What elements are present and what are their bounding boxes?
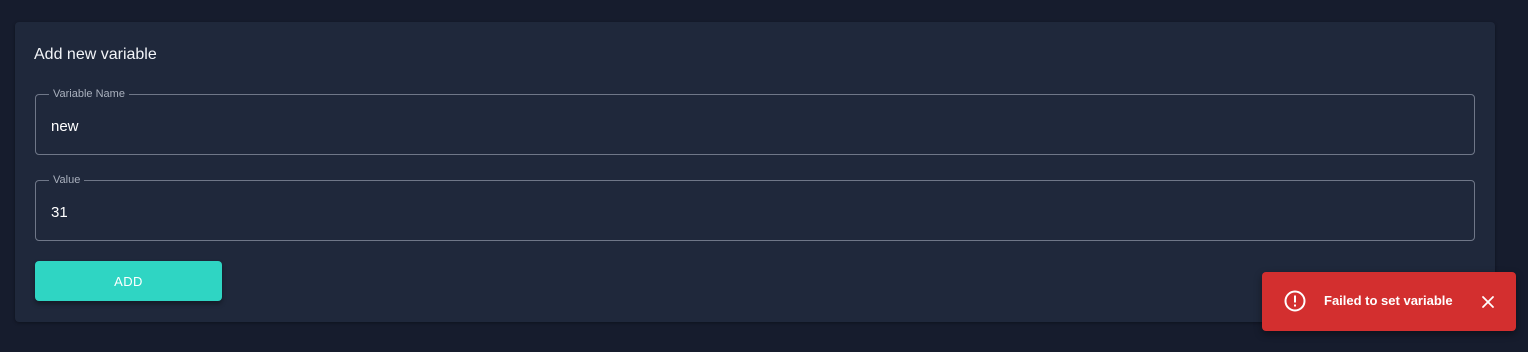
value-input[interactable]: [51, 201, 1451, 223]
variable-name-input[interactable]: [51, 115, 1451, 137]
variable-name-field[interactable]: Variable Name: [35, 89, 1475, 155]
close-icon[interactable]: [1478, 292, 1498, 312]
variable-name-label: Variable Name: [53, 88, 125, 100]
value-label: Value: [53, 174, 81, 186]
card-title: Add new variable: [34, 46, 157, 63]
value-field[interactable]: Value: [35, 175, 1475, 241]
error-outline-icon: [1284, 290, 1306, 312]
error-toast: Failed to set variable: [1262, 272, 1516, 331]
add-button[interactable]: ADD: [35, 261, 222, 301]
page: Add new variable Variable Name Value ADD…: [0, 0, 1528, 352]
toast-message: Failed to set variable: [1324, 293, 1453, 308]
